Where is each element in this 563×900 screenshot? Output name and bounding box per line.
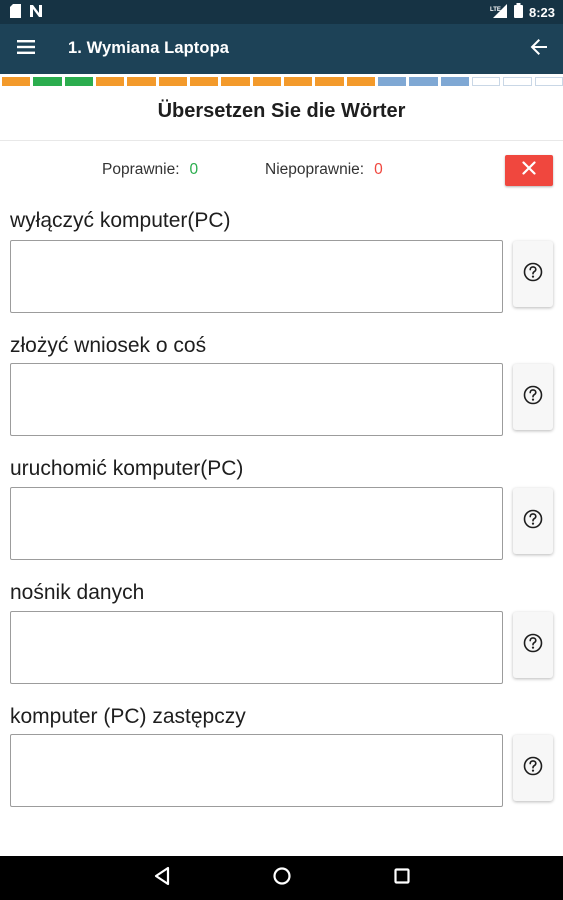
progress-segment	[96, 77, 125, 86]
progress-bar	[0, 76, 563, 88]
progress-segment	[190, 77, 219, 86]
battery-icon	[513, 3, 523, 21]
word-label-2: złożyć wniosek o coś	[10, 334, 207, 357]
progress-segment	[158, 77, 187, 86]
progress-segment	[534, 77, 563, 86]
word-label-1: wyłączyć komputer(PC)	[10, 209, 231, 232]
divider	[0, 140, 563, 141]
hint-button-1[interactable]	[513, 241, 553, 307]
nav-home-button[interactable]	[270, 866, 294, 890]
signal-icon: LTE	[490, 3, 508, 21]
progress-segment	[472, 77, 501, 86]
correct-stat: Poprawnie: 0	[102, 161, 198, 179]
progress-segment	[378, 77, 407, 86]
translation-input-5[interactable]	[10, 734, 503, 807]
progress-segment	[64, 77, 93, 86]
help-circle-icon	[522, 508, 544, 535]
hint-button-4[interactable]	[513, 612, 553, 678]
word-label-5: komputer (PC) zastępczy	[10, 705, 246, 728]
hint-button-3[interactable]	[513, 488, 553, 554]
incorrect-stat: Niepoprawnie: 0	[265, 161, 383, 179]
notification-n-icon	[29, 4, 43, 23]
system-nav-bar	[0, 856, 563, 900]
status-bar: LTE 8:23	[0, 0, 563, 24]
back-button[interactable]	[525, 36, 553, 62]
progress-segment	[315, 77, 344, 86]
progress-segment	[2, 77, 31, 86]
translation-input-2[interactable]	[10, 363, 503, 436]
correct-label: Poprawnie:	[102, 161, 180, 178]
menu-icon	[16, 39, 36, 60]
help-circle-icon	[522, 755, 544, 782]
progress-segment	[284, 77, 313, 86]
translation-input-1[interactable]	[10, 240, 503, 313]
progress-segment	[127, 77, 156, 86]
back-triangle-icon	[153, 866, 171, 891]
translation-input-3[interactable]	[10, 487, 503, 560]
incorrect-label: Niepoprawnie:	[265, 161, 365, 178]
hint-button-5[interactable]	[513, 735, 553, 801]
word-label-4: nośnik danych	[10, 581, 145, 604]
help-circle-icon	[522, 261, 544, 288]
nav-back-button[interactable]	[150, 866, 174, 890]
status-left	[10, 4, 43, 23]
recents-square-icon	[393, 867, 411, 890]
close-button[interactable]	[505, 155, 553, 186]
hint-button-2[interactable]	[513, 364, 553, 430]
status-time: 8:23	[528, 4, 555, 20]
progress-segment	[440, 77, 469, 86]
progress-segment	[221, 77, 250, 86]
progress-segment	[346, 77, 375, 86]
translation-input-4[interactable]	[10, 611, 503, 684]
progress-segment	[503, 77, 532, 86]
svg-text:LTE: LTE	[490, 7, 501, 13]
correct-value: 0	[189, 161, 199, 178]
help-circle-icon	[522, 384, 544, 411]
nav-recents-button[interactable]	[390, 866, 414, 890]
progress-segment	[33, 77, 62, 86]
menu-button[interactable]	[12, 36, 40, 62]
progress-segment	[409, 77, 438, 86]
page-title: Übersetzen Sie die Wörter	[157, 100, 406, 122]
sd-card-icon	[10, 4, 21, 23]
incorrect-value: 0	[374, 161, 383, 178]
app-title: 1. Wymiana Laptopa	[68, 39, 230, 57]
word-label-3: uruchomić komputer(PC)	[10, 457, 244, 480]
app-bar: 1. Wymiana Laptopa	[0, 24, 563, 74]
help-circle-icon	[522, 632, 544, 659]
progress-segment	[252, 77, 281, 86]
status-right: LTE 8:23	[490, 3, 555, 21]
home-circle-icon	[272, 866, 292, 891]
close-icon	[522, 161, 536, 180]
back-arrow-icon	[529, 37, 549, 62]
